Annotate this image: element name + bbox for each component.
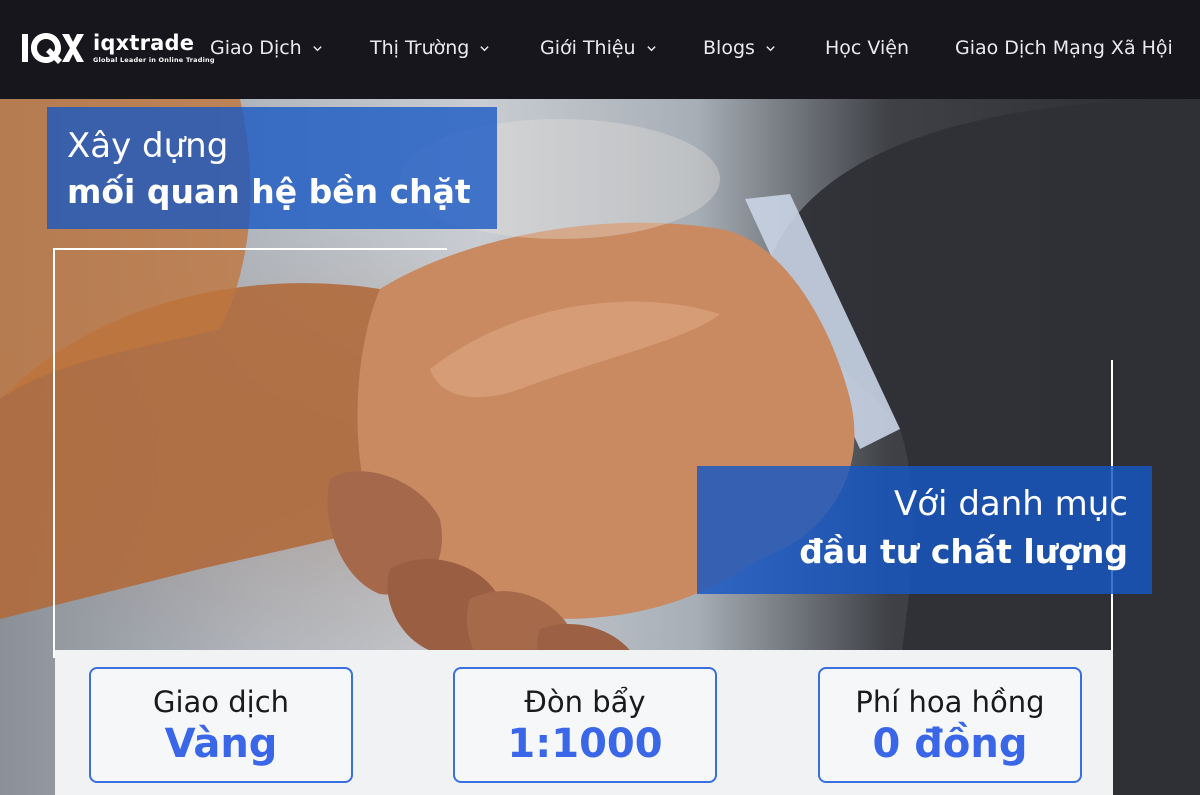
nav-item-thi-truong[interactable]: Thị Trường xyxy=(370,35,490,61)
nav-item-label: Giới Thiệu xyxy=(540,37,636,59)
hero-subtitle-line2: đầu tư chất lượng xyxy=(799,532,1128,571)
feature-label: Giao dịch xyxy=(152,685,290,719)
nav-item-blogs[interactable]: Blogs xyxy=(703,35,776,61)
feature-label: Đòn bẩy xyxy=(524,685,646,719)
chevron-down-icon xyxy=(766,45,775,51)
brand-name: iqxtrade xyxy=(93,31,195,55)
nav-item-label: Giao Dịch Mạng Xã Hội xyxy=(955,37,1173,59)
nav-item-label: Học Viện xyxy=(825,37,909,59)
nav-item-hoc-vien[interactable]: Học Viện xyxy=(825,35,909,61)
hero-subtitle-line1: Với danh mục xyxy=(894,484,1128,524)
feature-card-leverage[interactable]: Đòn bẩy 1:1000 xyxy=(453,667,717,783)
feature-value: Vàng xyxy=(164,721,278,767)
hero-frame-left xyxy=(53,248,55,658)
feature-label: Phí hoa hồng xyxy=(855,685,1045,719)
hero-title-line2: mối quan hệ bền chặt xyxy=(67,172,471,211)
chevron-down-icon xyxy=(646,45,656,51)
feature-value: 1:1000 xyxy=(507,721,663,767)
brand-tagline: Global Leader in Online Trading xyxy=(93,56,215,64)
nav-item-label: Blogs xyxy=(703,37,755,59)
feature-card-commission[interactable]: Phí hoa hồng 0 đồng xyxy=(818,667,1082,783)
chevron-down-icon xyxy=(480,45,490,51)
nav-item-gioi-thieu[interactable]: Giới Thiệu xyxy=(540,35,657,61)
nav-item-label: Giao Dịch xyxy=(210,37,302,59)
hero-title-line1: Xây dựng xyxy=(67,126,229,166)
chevron-down-icon xyxy=(313,45,322,51)
nav-item-giao-dich[interactable]: Giao Dịch xyxy=(210,35,323,61)
hero-frame-top xyxy=(53,248,447,250)
brand-logo[interactable]: iqxtrade Global Leader in Online Trading xyxy=(18,30,215,66)
nav-item-giao-dich-mang-xa-hoi[interactable]: Giao Dịch Mạng Xã Hội xyxy=(955,35,1173,61)
iqx-logo-icon xyxy=(22,33,84,64)
feature-value: 0 đồng xyxy=(872,721,1028,767)
nav-item-label: Thị Trường xyxy=(370,37,470,59)
feature-card-gold[interactable]: Giao dịch Vàng xyxy=(89,667,353,783)
top-navbar: iqxtrade Global Leader in Online Trading… xyxy=(0,0,1200,99)
